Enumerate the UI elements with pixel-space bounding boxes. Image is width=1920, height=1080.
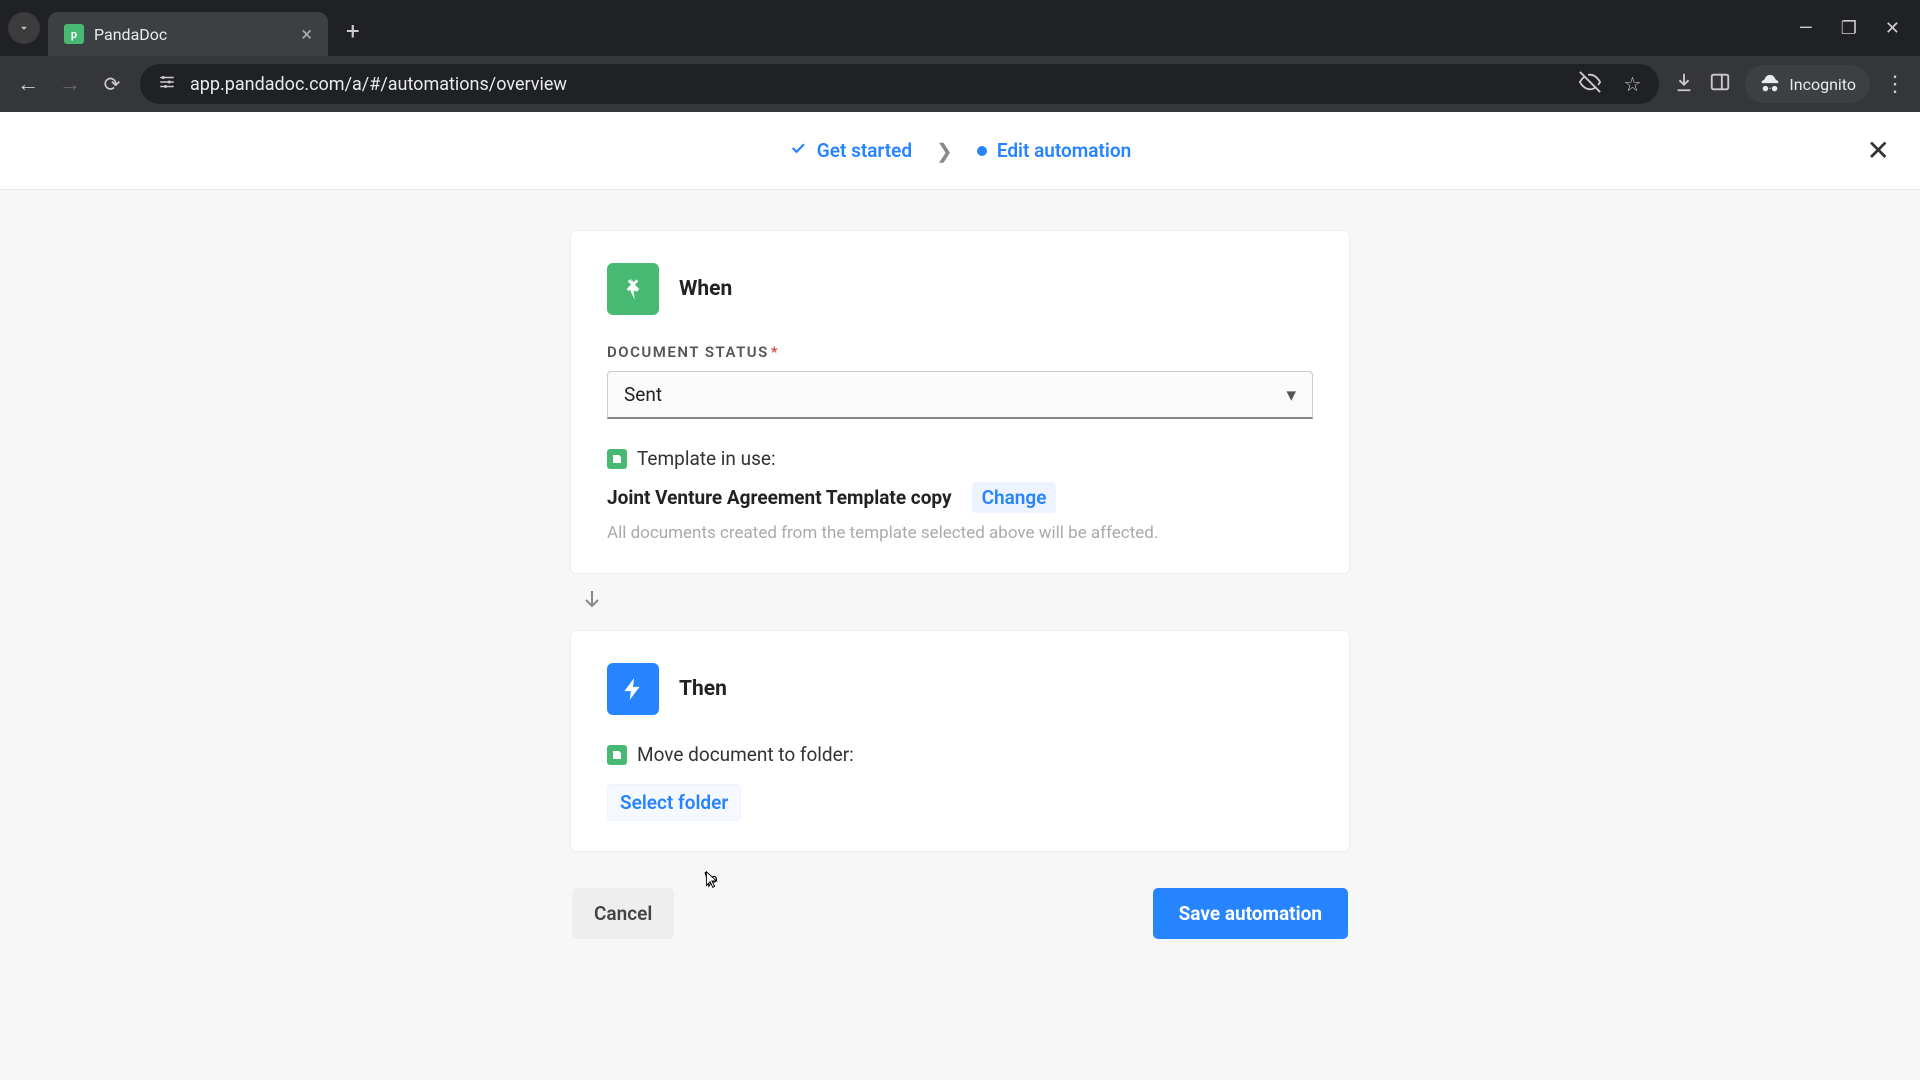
- step-separator-icon: ❯: [936, 139, 953, 163]
- close-window-button[interactable]: ✕: [1885, 18, 1900, 39]
- forward-button[interactable]: →: [56, 71, 84, 97]
- page-stepper-header: Get started ❯ Edit automation ✕: [0, 112, 1920, 190]
- save-automation-button[interactable]: Save automation: [1153, 888, 1348, 939]
- browser-toolbar: ← → ⟳ app.pandadoc.com/a/#/automations/o…: [0, 56, 1920, 112]
- reload-button[interactable]: ⟳: [98, 72, 126, 96]
- step-label: Get started: [817, 139, 912, 162]
- incognito-indicator[interactable]: Incognito: [1745, 65, 1870, 103]
- then-title: Then: [679, 677, 727, 701]
- template-helper-text: All documents created from the template …: [607, 523, 1313, 543]
- url-text: app.pandadoc.com/a/#/automations/overvie…: [190, 74, 1565, 95]
- site-settings-icon[interactable]: [158, 73, 176, 95]
- tab-search-button[interactable]: [8, 12, 40, 44]
- template-name: Joint Venture Agreement Template copy: [607, 486, 952, 509]
- browser-tab-strip: p PandaDoc × + — ❐ ✕: [0, 0, 1920, 56]
- move-document-label: Move document to folder:: [637, 743, 854, 766]
- footer-actions: Cancel Save automation: [570, 888, 1350, 939]
- minimize-button[interactable]: —: [1799, 18, 1813, 39]
- then-icon: [607, 663, 659, 715]
- pandadoc-mini-icon: [607, 745, 627, 765]
- change-template-button[interactable]: Change: [972, 482, 1057, 513]
- tab-close-button[interactable]: ×: [301, 24, 312, 44]
- document-status-select[interactable]: Sent ▾: [607, 371, 1313, 419]
- when-card: When DOCUMENT STATUS* Sent ▾ Template in…: [570, 230, 1350, 574]
- incognito-icon: [1759, 73, 1781, 95]
- address-bar[interactable]: app.pandadoc.com/a/#/automations/overvie…: [140, 64, 1659, 104]
- pandadoc-mini-icon: [607, 449, 627, 469]
- new-tab-button[interactable]: +: [346, 17, 360, 45]
- select-value: Sent: [624, 383, 662, 406]
- step-edit-automation[interactable]: Edit automation: [977, 139, 1131, 162]
- step-get-started[interactable]: Get started: [789, 139, 912, 162]
- chevron-down-icon: ▾: [1286, 383, 1296, 406]
- document-status-label: DOCUMENT STATUS*: [607, 343, 1313, 361]
- when-icon: [607, 263, 659, 315]
- tab-favicon: p: [64, 24, 84, 44]
- when-title: When: [679, 277, 732, 301]
- step-label: Edit automation: [997, 139, 1131, 162]
- browser-menu-button[interactable]: ⋮: [1884, 72, 1906, 97]
- downloads-icon[interactable]: [1673, 71, 1695, 97]
- back-button[interactable]: ←: [14, 71, 42, 97]
- side-panel-icon[interactable]: [1709, 71, 1731, 97]
- incognito-label: Incognito: [1789, 75, 1856, 94]
- cancel-button[interactable]: Cancel: [572, 888, 674, 939]
- maximize-button[interactable]: ❐: [1841, 18, 1857, 39]
- template-in-use-label: Template in use:: [637, 447, 776, 470]
- close-panel-button[interactable]: ✕: [1867, 134, 1890, 167]
- bookmark-star-icon[interactable]: ☆: [1623, 72, 1641, 96]
- tab-title: PandaDoc: [94, 25, 167, 44]
- window-controls: — ❐ ✕: [1799, 18, 1912, 39]
- eye-off-icon[interactable]: [1579, 71, 1601, 98]
- check-icon: [789, 139, 807, 162]
- active-step-dot-icon: [977, 146, 987, 156]
- browser-tab[interactable]: p PandaDoc ×: [48, 12, 328, 56]
- main-content: When DOCUMENT STATUS* Sent ▾ Template in…: [0, 190, 1920, 1080]
- select-folder-button[interactable]: Select folder: [607, 784, 741, 821]
- flow-arrow-icon: [570, 574, 1350, 630]
- then-card: Then Move document to folder: Select fol…: [570, 630, 1350, 852]
